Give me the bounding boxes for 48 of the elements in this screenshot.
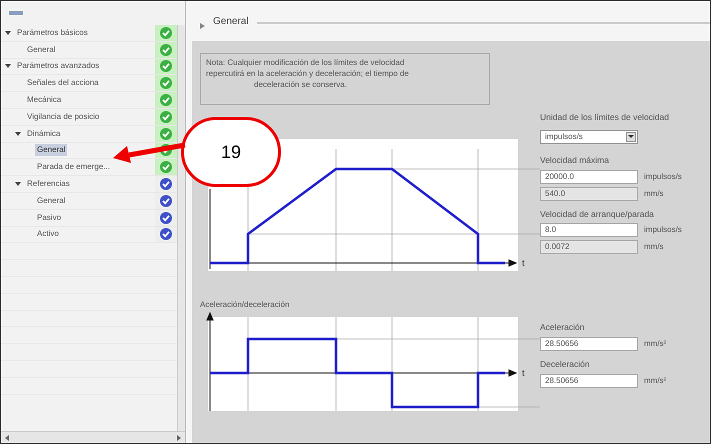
unit-label: mm/s [644,188,664,200]
field-label: Aceleración [540,321,586,334]
tree-item[interactable]: Pasivo [35,212,64,224]
expand-arrow-icon[interactable] [5,64,11,68]
unit-dropdown[interactable]: impulsos/s [540,130,638,144]
chart-title: Aceleración/deceleración [200,299,290,311]
tree-item[interactable]: General [35,194,68,207]
tree-item[interactable]: Referencias [25,178,72,190]
value-field[interactable]: 28.50656 [540,337,638,351]
note-text: repercutirá en la aceleración y deceleración; el tiempo de [206,68,410,79]
tree-item[interactable]: Parámetros avanzados [15,60,102,72]
tree-item[interactable]: Activo [35,228,61,240]
expand-arrow-icon[interactable] [15,132,21,136]
tree-item[interactable]: General [35,144,68,156]
toolbar-icon[interactable] [9,9,23,17]
scroll-right-icon[interactable] [177,434,181,440]
scroll-left-icon[interactable] [5,434,9,440]
tree-item[interactable]: Mecánica [25,94,64,106]
tree-item[interactable]: Vigilancia de posicio [25,110,102,123]
axis-label: t [522,258,525,268]
field-label: Velocidad de arranque/parada [540,208,655,220]
field-label: Deceleración [540,358,591,371]
value-field: 0.0072 [540,240,638,254]
unit-label: Unidad de los límites de velocidad [540,111,670,124]
unit-label: mm/s [644,241,664,254]
dropdown-caret-icon [626,132,636,142]
field-label: Velocidad máxima [540,154,610,166]
unit-label: impulsos/s [644,224,682,236]
tree-item[interactable]: Señales del acciona [25,77,101,90]
value-field[interactable]: 28.50656 [540,374,638,388]
unit-label: mm/s² [644,374,666,387]
note-text: Nota: Cualquier modificación de los límites de velocidad [206,57,406,68]
axis-label: t [522,368,525,378]
collapse-icon[interactable] [200,23,205,29]
unit-label: mm/s² [644,338,666,350]
value-field[interactable]: 20000.0 [540,170,638,184]
expand-arrow-icon[interactable] [5,30,11,35]
unit-label: impulsos/s [644,170,682,182]
section-title: General [213,15,249,29]
tree-item[interactable]: General [25,44,58,56]
note-text: deceleración se conserva. [253,79,348,90]
tree-item[interactable]: Dinámica [25,128,62,140]
dropdown-value: impulsos/s [545,130,583,143]
value-field: 540.0 [540,186,638,200]
expand-arrow-icon[interactable] [15,182,21,186]
value-field[interactable]: 8.0 [540,223,638,238]
tree-item[interactable]: Parada de emerge... [35,161,112,174]
tree-item[interactable]: Parámetros básicos [15,26,90,39]
